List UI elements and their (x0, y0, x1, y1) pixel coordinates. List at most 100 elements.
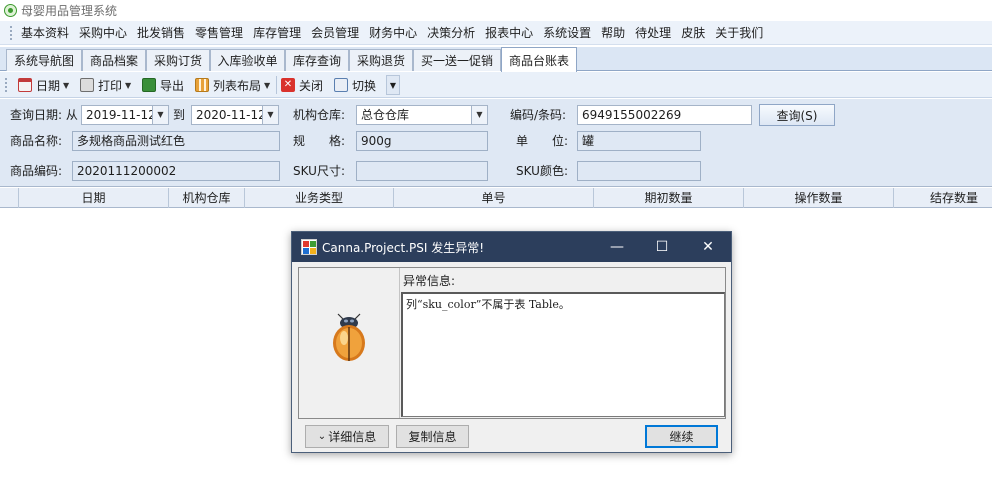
maximize-icon[interactable]: ☐ (639, 232, 685, 262)
column-header-balance-qty[interactable]: 结存数量 (894, 188, 992, 208)
tab-bogo-promotion[interactable]: 买一送一促销 (413, 49, 501, 71)
sku-color-field (577, 161, 701, 181)
row-indicator-header[interactable] (0, 188, 19, 208)
chevron-down-icon: ▼ (125, 80, 132, 90)
spec-label: 规 格: (293, 134, 346, 148)
chevron-down-icon: ▼ (264, 80, 271, 90)
tab-purchase-order[interactable]: 采购订货 (146, 49, 210, 71)
window-title: 母婴用品管理系统 (21, 3, 118, 18)
switch-button-label: 切换 (352, 78, 377, 93)
toolbar-grip-handle[interactable] (5, 78, 8, 92)
excel-export-icon (142, 78, 156, 92)
column-header-warehouse[interactable]: 机构仓库 (169, 188, 245, 208)
date-button[interactable]: 日期 ▼ (18, 75, 69, 95)
exception-message-textbox[interactable]: 列“sku_color”不属于表 Table。 (401, 292, 725, 417)
product-code-label: 商品编码: (10, 164, 63, 178)
menu-item-retail[interactable]: 零售管理 (190, 24, 248, 41)
exception-dialog: Canna.Project.PSI 发生异常! — ☐ ✕ 异常信息: 列“sk… (291, 231, 732, 453)
unit-field: 罐 (577, 131, 701, 151)
print-button-label: 打印 (98, 78, 123, 93)
date-from-value: 2019-11-12 (86, 108, 156, 122)
query-button[interactable]: 查询(S) (759, 104, 835, 126)
menu-grip-handle[interactable] (10, 25, 13, 40)
calendar-icon (18, 78, 32, 92)
column-header-business-type[interactable]: 业务类型 (245, 188, 394, 208)
menu-item-about[interactable]: 关于我们 (710, 24, 768, 41)
tab-navigation-map[interactable]: 系统导航图 (6, 49, 82, 71)
tab-stock-in-receipt[interactable]: 入库验收单 (210, 49, 285, 71)
warehouse-value: 总仓仓库 (361, 108, 410, 122)
menu-item-decision-analysis[interactable]: 决策分析 (422, 24, 480, 41)
menu-item-purchase-center[interactable]: 采购中心 (74, 24, 132, 41)
chevron-down-icon[interactable]: ▼ (152, 106, 168, 124)
column-header-date[interactable]: 日期 (19, 188, 169, 208)
list-layout-button[interactable]: 列表布局 ▼ (195, 75, 270, 95)
code-barcode-input[interactable]: 6949155002269 (577, 105, 752, 125)
details-button[interactable]: ⌄ 详细信息 (305, 425, 389, 448)
product-code-field: 2020111200002 (72, 161, 280, 181)
close-icon[interactable]: ✕ (685, 232, 731, 262)
chevron-down-icon[interactable]: ▼ (471, 106, 487, 124)
export-button[interactable]: 导出 (142, 75, 184, 95)
export-button-label: 导出 (160, 78, 185, 93)
toolbar-overflow-button[interactable]: ▼ (386, 75, 400, 95)
document-tab-bar: 系统导航图 商品档案 采购订货 入库验收单 库存查询 采购退货 买一送一促销 商… (0, 47, 992, 72)
continue-button[interactable]: 继续 (645, 425, 718, 448)
date-to-value: 2020-11-12 (196, 108, 266, 122)
column-header-opening-qty[interactable]: 期初数量 (594, 188, 744, 208)
menu-item-basic-data[interactable]: 基本资料 (16, 24, 74, 41)
menu-item-pending[interactable]: 待处理 (630, 24, 676, 41)
warehouse-select[interactable]: 总仓仓库 ▼ (356, 105, 488, 125)
column-header-operation-qty[interactable]: 操作数量 (744, 188, 894, 208)
minimize-icon[interactable]: — (594, 232, 640, 262)
chevron-down-icon: ▼ (63, 80, 70, 90)
bug-icon (333, 313, 365, 361)
toolbar-separator (276, 76, 277, 94)
to-label: 到 (173, 108, 186, 122)
date-to-picker[interactable]: 2020-11-12 ▼ (191, 105, 279, 125)
unit-label: 单 位: (516, 134, 569, 148)
close-icon: ✕ (281, 78, 295, 92)
menu-item-inventory[interactable]: 库存管理 (248, 24, 306, 41)
tab-purchase-return[interactable]: 采购退货 (349, 49, 413, 71)
close-button-label: 关闭 (299, 78, 324, 93)
chevron-down-icon: ▼ (389, 80, 397, 90)
menu-item-skin[interactable]: 皮肤 (676, 24, 710, 41)
details-button-label: 详细信息 (328, 430, 377, 444)
column-header-doc-number[interactable]: 单号 (394, 188, 594, 208)
print-button[interactable]: 打印 ▼ (80, 75, 131, 95)
tab-inventory-query[interactable]: 库存查询 (285, 49, 349, 71)
dialog-titlebar[interactable]: Canna.Project.PSI 发生异常! — ☐ ✕ (292, 232, 731, 262)
switch-icon (334, 78, 348, 92)
chevron-down-icon[interactable]: ▼ (262, 106, 278, 124)
close-button[interactable]: ✕ 关闭 (281, 75, 323, 95)
dialog-title: Canna.Project.PSI 发生异常! (322, 240, 485, 255)
switch-button[interactable]: 切换 (334, 75, 376, 95)
menu-item-reports[interactable]: 报表中心 (480, 24, 538, 41)
menu-item-help[interactable]: 帮助 (596, 24, 630, 41)
query-filter-panel: 查询日期: 从 2019-11-12 ▼ 到 2020-11-12 ▼ 机构仓库… (0, 99, 992, 187)
sku-size-field (356, 161, 488, 181)
app-logo-icon (4, 3, 17, 17)
toolbar: 日期 ▼ 打印 ▼ 导出 列表布局 ▼ ✕ 关闭 切换 ▼ (0, 72, 992, 98)
spec-field: 900g (356, 131, 488, 151)
menu-item-system-settings[interactable]: 系统设置 (538, 24, 596, 41)
tab-product-archive[interactable]: 商品档案 (82, 49, 146, 71)
app-window-icon (301, 239, 317, 255)
product-name-field: 多规格商品测试红色 (72, 131, 280, 151)
window-titlebar: 母婴用品管理系统 (0, 0, 992, 20)
warehouse-label: 机构仓库: (293, 108, 346, 122)
copy-info-button[interactable]: 复制信息 (396, 425, 469, 448)
date-from-picker[interactable]: 2019-11-12 ▼ (81, 105, 169, 125)
sku-size-label: SKU尺寸: (293, 164, 345, 178)
menu-item-members[interactable]: 会员管理 (306, 24, 364, 41)
main-menu-bar: 基本资料 采购中心 批发销售 零售管理 库存管理 会员管理 财务中心 决策分析 … (0, 21, 992, 45)
menu-item-finance[interactable]: 财务中心 (364, 24, 422, 41)
bug-image-panel (299, 268, 400, 418)
table-layout-icon (195, 78, 209, 92)
printer-icon (80, 78, 94, 92)
tab-product-ledger[interactable]: 商品台账表 (501, 47, 577, 72)
list-layout-label: 列表布局 (213, 78, 262, 93)
menu-item-wholesale[interactable]: 批发销售 (132, 24, 190, 41)
code-barcode-label: 编码/条码: (510, 108, 567, 122)
